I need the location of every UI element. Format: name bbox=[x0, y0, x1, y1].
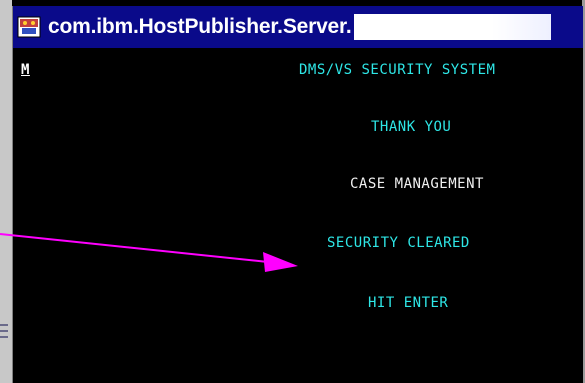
security-cleared-line: SECURITY CLEARED bbox=[327, 235, 470, 251]
screenshot-frame: com.ibm.HostPublisher.Server. M DMS/VS S… bbox=[0, 0, 585, 383]
window-title: com.ibm.HostPublisher.Server. bbox=[48, 15, 352, 38]
title-selection-highlight bbox=[354, 14, 552, 40]
terminal-window: com.ibm.HostPublisher.Server. M DMS/VS S… bbox=[12, 6, 583, 383]
case-management-line: CASE MANAGEMENT bbox=[350, 176, 484, 192]
hit-enter-line: HIT ENTER bbox=[368, 295, 449, 311]
system-title-line: DMS/VS SECURITY SYSTEM bbox=[299, 62, 496, 78]
thank-you-line: THANK YOU bbox=[371, 119, 452, 135]
cursor-field[interactable]: M bbox=[21, 62, 30, 78]
window-titlebar[interactable]: com.ibm.HostPublisher.Server. bbox=[13, 6, 583, 48]
terminal-screen[interactable]: M DMS/VS SECURITY SYSTEM THANK YOU CASE … bbox=[13, 48, 583, 383]
left-strip-marks bbox=[0, 320, 8, 360]
left-desktop-strip bbox=[0, 0, 12, 383]
terminal-app-icon[interactable] bbox=[16, 14, 42, 40]
